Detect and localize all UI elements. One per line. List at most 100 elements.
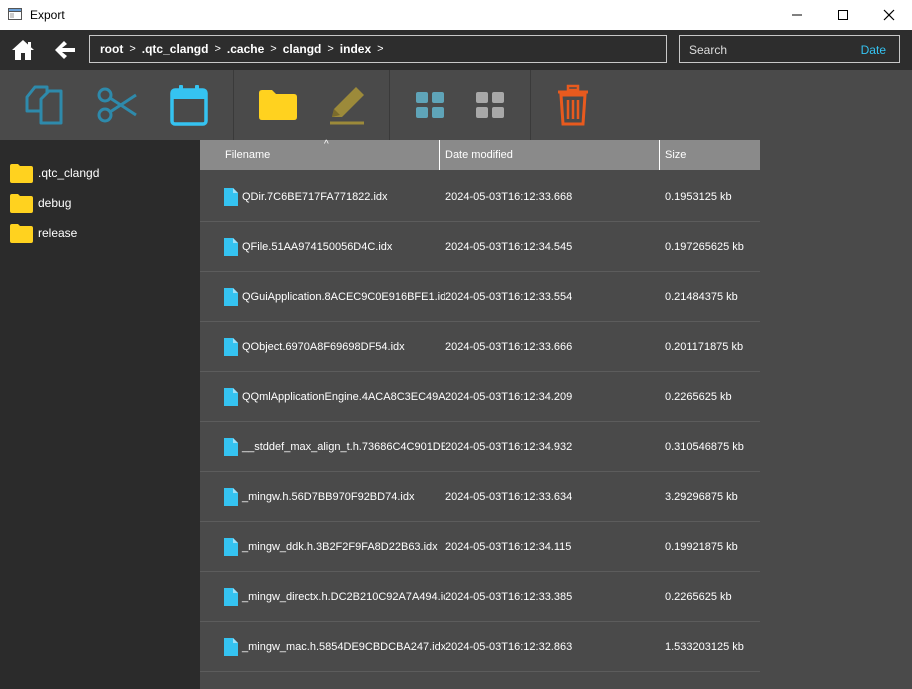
table-row[interactable]: QDir.7C6BE717FA771822.idx 2024-05-03T16:… bbox=[200, 172, 760, 222]
size-cell: 0.201171875 kb bbox=[665, 341, 744, 353]
date-modified-cell: 2024-05-03T16:12:32.863 bbox=[445, 641, 573, 653]
table-row[interactable]: QGuiApplication.8ACEC9C0E916BFE1.idx 202… bbox=[200, 272, 760, 322]
grid-view-alt-icon bbox=[476, 92, 504, 118]
navigation-bar: root > .qtc_clangd > .cache > clangd > index… bbox=[0, 30, 912, 70]
breadcrumb: root > .qtc_clangd > .cache > clangd > index… bbox=[89, 35, 667, 63]
file-name: _mingw_mac.h.5854DE9CBDCBA247.idx bbox=[242, 641, 445, 653]
table-row[interactable]: QQmlApplicationEngine.4ACA8C3EC49A5 2024… bbox=[200, 372, 760, 422]
toolbar-divider bbox=[233, 70, 234, 140]
table-row[interactable]: _mingw_directx.h.DC2B210C92A7A494.ic 202… bbox=[200, 572, 760, 622]
copy-button[interactable] bbox=[22, 82, 68, 128]
date-filter-button[interactable] bbox=[166, 82, 212, 128]
date-modified-cell: 2024-05-03T16:12:34.545 bbox=[445, 241, 573, 253]
file-icon bbox=[224, 438, 238, 456]
toolbar bbox=[0, 70, 912, 140]
size-cell: 0.19921875 kb bbox=[665, 541, 738, 553]
size-cell: 0.21484375 kb bbox=[665, 291, 738, 303]
folder-sidebar: .qtc_clangd debug release bbox=[0, 140, 200, 689]
file-name: _mingw_ddk.h.3B2F2F9FA8D22B63.idx bbox=[242, 541, 438, 553]
minimize-icon bbox=[792, 14, 802, 16]
date-modified-cell: 2024-05-03T16:12:33.668 bbox=[445, 191, 573, 203]
file-icon bbox=[224, 288, 238, 306]
new-folder-button[interactable] bbox=[255, 82, 301, 128]
table-row[interactable]: _mingw_mac.h.5854DE9CBDCBA247.idx 2024-0… bbox=[200, 622, 760, 672]
date-modified-cell: 2024-05-03T16:12:33.666 bbox=[445, 341, 573, 353]
date-modified-cell: 2024-05-03T16:12:34.115 bbox=[445, 541, 572, 553]
breadcrumb-label: clangd bbox=[282, 42, 322, 56]
breadcrumb-item[interactable]: .cache > bbox=[227, 42, 283, 56]
folder-icon bbox=[10, 164, 33, 183]
close-icon bbox=[883, 9, 895, 21]
size-cell: 0.310546875 kb bbox=[665, 441, 744, 453]
size-cell: 0.1953125 kb bbox=[665, 191, 732, 203]
table-header: ^ Filename Date modified Size bbox=[200, 139, 760, 170]
column-header-filename[interactable]: ^ Filename bbox=[200, 139, 440, 170]
trash-icon bbox=[558, 84, 588, 126]
delete-button[interactable] bbox=[550, 82, 596, 128]
file-name-cell: QGuiApplication.8ACEC9C0E916BFE1.idx bbox=[224, 272, 445, 322]
file-name-cell: QQmlApplicationEngine.4ACA8C3EC49A5 bbox=[224, 372, 445, 422]
window-title: Export bbox=[30, 8, 65, 22]
calendar-icon bbox=[170, 85, 208, 126]
date-modified-cell: 2024-05-03T16:12:33.554 bbox=[445, 291, 573, 303]
column-header-label: Size bbox=[665, 149, 687, 161]
back-button[interactable] bbox=[52, 38, 78, 62]
toolbar-divider bbox=[389, 70, 390, 140]
breadcrumb-item[interactable]: .qtc_clangd > bbox=[142, 42, 227, 56]
file-name-cell: QDir.7C6BE717FA771822.idx bbox=[224, 172, 445, 222]
home-button[interactable] bbox=[10, 38, 36, 62]
grid-view-icon bbox=[416, 92, 444, 118]
toolbar-divider bbox=[530, 70, 531, 140]
rename-button[interactable] bbox=[323, 82, 369, 128]
search-placeholder: Search bbox=[689, 43, 728, 57]
breadcrumb-label: .cache bbox=[226, 42, 265, 56]
close-button[interactable] bbox=[866, 0, 912, 30]
sidebar-item-qtc-clangd[interactable]: .qtc_clangd bbox=[10, 162, 99, 184]
list-view-button[interactable] bbox=[467, 82, 513, 128]
sidebar-item-label: debug bbox=[38, 196, 72, 210]
breadcrumb-item[interactable]: clangd > bbox=[283, 42, 340, 56]
date-modified-cell: 2024-05-03T16:12:33.634 bbox=[445, 491, 573, 503]
pencil-icon bbox=[330, 87, 364, 125]
file-icon bbox=[224, 588, 238, 606]
column-header-label: Date modified bbox=[445, 149, 513, 161]
maximize-button[interactable] bbox=[820, 0, 866, 30]
scissors-icon bbox=[97, 87, 137, 123]
file-name: QFile.51AA974150056D4C.idx bbox=[242, 241, 393, 253]
table-row[interactable]: _mingw_ddk.h.3B2F2F9FA8D22B63.idx 2024-0… bbox=[200, 522, 760, 572]
file-name: QQmlApplicationEngine.4ACA8C3EC49A5 bbox=[242, 391, 445, 403]
back-arrow-icon bbox=[55, 41, 75, 59]
grid-view-button[interactable] bbox=[407, 82, 453, 128]
folder-icon bbox=[10, 194, 33, 213]
table-row[interactable]: _mingw.h.56D7BB970F92BD74.idx 2024-05-03… bbox=[200, 472, 760, 522]
file-list: ^ Filename Date modified Size QDir.7C6BE… bbox=[200, 139, 912, 689]
table-row[interactable]: QObject.6970A8F69698DF54.idx 2024-05-03T… bbox=[200, 322, 760, 372]
title-bar: Export bbox=[0, 0, 912, 30]
cut-button[interactable] bbox=[95, 82, 141, 128]
minimize-button[interactable] bbox=[774, 0, 820, 30]
file-name: _mingw.h.56D7BB970F92BD74.idx bbox=[242, 491, 415, 503]
file-name: QObject.6970A8F69698DF54.idx bbox=[242, 341, 405, 353]
column-header-date[interactable]: Date modified bbox=[439, 140, 660, 170]
file-name-cell: _mingw.h.56D7BB970F92BD74.idx bbox=[224, 472, 445, 522]
chevron-right-icon: > bbox=[129, 43, 136, 55]
table-row[interactable]: QFile.51AA974150056D4C.idx 2024-05-03T16… bbox=[200, 222, 760, 272]
home-icon bbox=[12, 40, 34, 60]
chevron-right-icon: > bbox=[214, 43, 221, 55]
sidebar-item-debug[interactable]: debug bbox=[10, 192, 71, 214]
search-scope-selector[interactable]: Date bbox=[861, 43, 886, 57]
breadcrumb-item[interactable]: index > bbox=[340, 42, 390, 56]
breadcrumb-label: .qtc_clangd bbox=[141, 42, 209, 56]
column-header-size[interactable]: Size bbox=[659, 140, 760, 170]
chevron-right-icon: > bbox=[327, 43, 334, 55]
breadcrumb-label: root bbox=[100, 42, 124, 56]
sidebar-item-release[interactable]: release bbox=[10, 222, 77, 244]
table-row[interactable]: __stddef_max_align_t.h.73686C4C901DE 202… bbox=[200, 422, 760, 472]
size-cell: 0.2265625 kb bbox=[665, 391, 732, 403]
search-input[interactable]: Search Date bbox=[679, 35, 900, 63]
file-icon bbox=[224, 338, 238, 356]
copy-icon bbox=[25, 85, 63, 125]
chevron-right-icon: > bbox=[270, 43, 277, 55]
breadcrumb-item[interactable]: root > bbox=[100, 42, 142, 56]
file-name: QGuiApplication.8ACEC9C0E916BFE1.idx bbox=[242, 291, 445, 303]
